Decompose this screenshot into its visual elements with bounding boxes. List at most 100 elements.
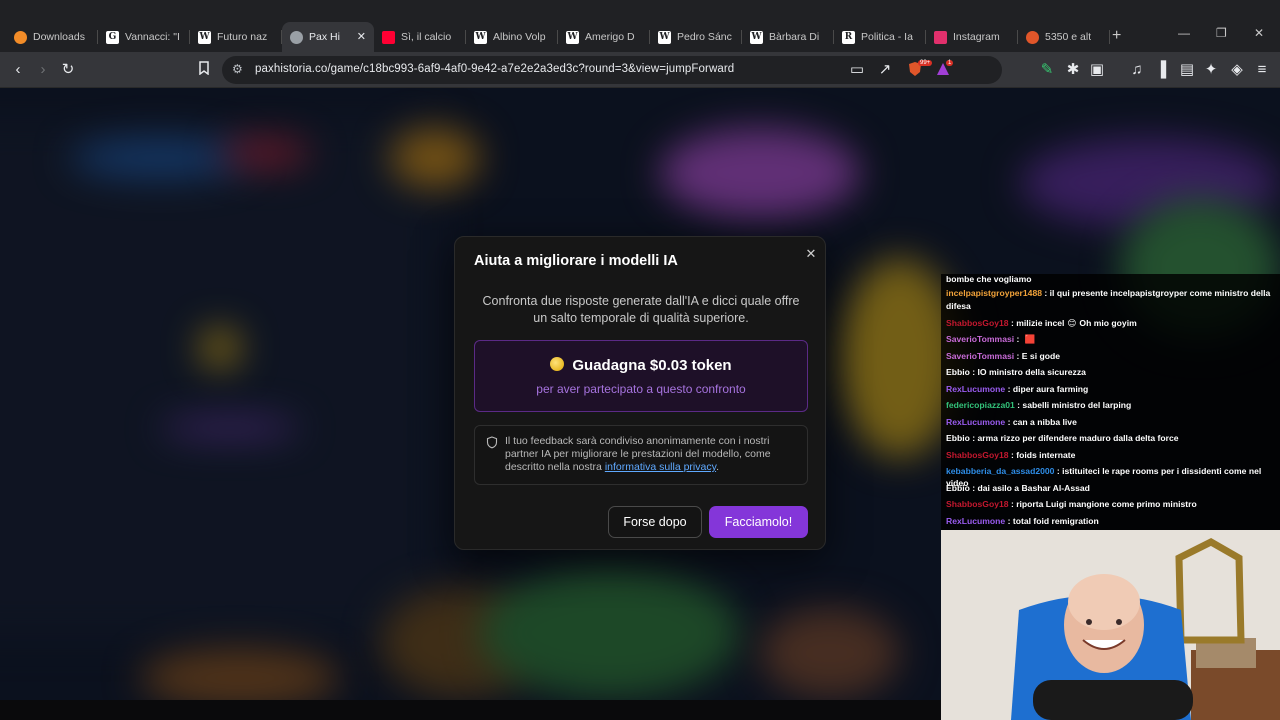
browser-tab-strip: Downloads G Vannacci: "I W Futuro naz Pax Hi ✕… xyxy=(0,0,1280,56)
tab-title: Pedro Sánc xyxy=(677,31,732,43)
chat-message: Ebbio : IO ministro della sicurezza xyxy=(946,367,1276,379)
chat-text: foids internate xyxy=(1016,450,1076,460)
brave-badge: 99+ xyxy=(918,60,933,66)
chat-username: incelpapistgroyper1488 xyxy=(946,288,1043,298)
chat-text: arma rizzo per difendere maduro dalla de… xyxy=(977,433,1179,443)
chat-username: RexLucumone xyxy=(946,516,1006,526)
chat-text: dai asilo a Bashar Al-Assad xyxy=(977,483,1090,493)
tab-close-icon[interactable]: ✕ xyxy=(357,30,366,43)
close-window-icon[interactable]: ✕ xyxy=(1254,26,1264,40)
close-icon[interactable]: ✕ xyxy=(803,246,819,262)
privacy-policy-link[interactable]: informativa sulla privacy xyxy=(605,461,716,473)
tab-title: Instagram xyxy=(953,31,1000,43)
leo-ai-icon[interactable]: ✦ xyxy=(1202,61,1220,79)
browser-tab[interactable]: 5350 e alt xyxy=(1018,22,1110,52)
chat-message: ShabbosGoy18 : riporta Luigi mangione co… xyxy=(946,499,1276,511)
chat-message: SaverioTommasi : 🟥 xyxy=(946,334,1276,346)
browser-tab[interactable]: Instagram xyxy=(926,22,1018,52)
g-icon: G xyxy=(106,30,119,44)
reload-icon[interactable]: ↻ xyxy=(59,61,77,79)
chat-text: bombe che vogliamo xyxy=(946,274,1032,284)
chat-emote: 🟥 xyxy=(1024,334,1036,344)
forward-icon[interactable]: › xyxy=(34,61,52,79)
wikipedia-icon: W xyxy=(750,30,763,44)
chat-username: RexLucumone xyxy=(946,384,1006,394)
sidebar-icon[interactable]: ▐ xyxy=(1152,61,1170,79)
modal-title: Aiuta a migliorare i modelli IA xyxy=(474,253,678,269)
chat-username: RexLucumone xyxy=(946,417,1006,427)
chat-username: federicopiazza01 xyxy=(946,400,1015,410)
brave-icon xyxy=(1026,30,1039,44)
shield-icon xyxy=(486,436,498,449)
vlc-icon xyxy=(14,30,27,44)
tab-title: Politica - Ia xyxy=(861,31,913,43)
chat-message: ShabbosGoy18 : milizie incel 😊 Oh mio goyi… xyxy=(946,318,1276,330)
wikipedia-icon: W xyxy=(198,30,211,44)
chat-separator: : xyxy=(1042,288,1050,298)
reward-subtitle: per aver partecipato a questo confronto xyxy=(536,382,746,396)
menu-icon[interactable]: ≡ xyxy=(1253,61,1271,79)
browser-tab[interactable]: R Politica - Ia xyxy=(834,22,926,52)
wallet-icon[interactable]: ▤ xyxy=(1178,61,1196,79)
maybe-later-button[interactable]: Forse dopo xyxy=(608,506,702,538)
chat-text-after: Oh mio goyim xyxy=(1079,318,1137,328)
browser-tab[interactable]: W Futuro naz xyxy=(190,22,282,52)
chat-message: Ebbio : dai asilo a Bashar Al-Assad xyxy=(946,483,1276,495)
wikipedia-icon: W xyxy=(658,30,671,44)
pen-extension-icon[interactable]: ✎ xyxy=(1038,61,1056,79)
browser-tab[interactable]: W Pedro Sánc xyxy=(650,22,742,52)
wikipedia-icon: W xyxy=(474,30,487,44)
site-settings-icon[interactable]: ⚙ xyxy=(232,62,243,76)
accept-button[interactable]: Facciamolo! xyxy=(709,506,808,538)
chat-message: Ebbio : arma rizzo per difendere maduro … xyxy=(946,433,1276,445)
browser-tab[interactable]: W Albino Volp xyxy=(466,22,558,52)
restore-icon[interactable]: ❐ xyxy=(1216,26,1227,40)
tab-title: Sì, il calcio xyxy=(401,31,452,43)
share-icon[interactable]: ↗ xyxy=(876,61,894,79)
minimize-icon[interactable]: — xyxy=(1178,26,1190,40)
extensions-icon[interactable]: ✱ xyxy=(1064,61,1082,79)
chat-username: ShabbosGoy18 xyxy=(946,450,1009,460)
chat-emote: 😊 xyxy=(1067,318,1077,328)
music-icon[interactable]: ♫ xyxy=(1128,61,1146,79)
chat-separator: : xyxy=(1005,417,1013,427)
pax-icon xyxy=(290,30,303,44)
chat-username: Ebbio xyxy=(946,433,970,443)
chat-text: sabelli ministro del larping xyxy=(1022,400,1132,410)
chat-separator: : xyxy=(1005,384,1013,394)
chat-username: SaverioTommasi xyxy=(946,351,1015,361)
chat-text: milizie incel xyxy=(1016,318,1065,328)
chat-username: Ebbio xyxy=(946,367,970,377)
browser-tab[interactable]: G Vannacci: "I xyxy=(98,22,190,52)
browser-tab[interactable]: W Amerigo D xyxy=(558,22,650,52)
chat-username: SaverioTommasi xyxy=(946,334,1015,344)
reward-card: Guadagna $0.03 token per aver partecipat… xyxy=(474,340,808,412)
cast-icon[interactable]: ▭ xyxy=(848,61,866,79)
tab-title: Futuro naz xyxy=(217,31,268,43)
chat-message: ShabbosGoy18 : foids internate xyxy=(946,450,1276,462)
chat-username: Ebbio xyxy=(946,483,970,493)
browser-tab[interactable]: W Bàrbara Di xyxy=(742,22,834,52)
coin-icon xyxy=(550,357,565,371)
browser-tab[interactable]: Sì, il calcio xyxy=(374,22,466,52)
back-icon[interactable]: ‹ xyxy=(9,61,27,79)
chat-username: ShabbosGoy18 xyxy=(946,318,1009,328)
chat-text: il qui presente incelpapistgroyper come … xyxy=(1049,288,1271,298)
chat-username: kebabberia_da_assad2000 xyxy=(946,466,1055,476)
browser-toolbar: ‹ › ↻ ⚙ paxhistoria.co/game/c18bc993-6af… xyxy=(0,52,1280,88)
browser-tab[interactable]: Downloads xyxy=(6,22,98,52)
screenshot-icon[interactable]: ▣ xyxy=(1088,61,1106,79)
tab-separator xyxy=(1109,30,1110,44)
tab-title: Albino Volp xyxy=(493,31,546,43)
feedback-modal: Aiuta a migliorare i modelli IA ✕ Confro… xyxy=(454,236,826,550)
url-text[interactable]: paxhistoria.co/game/c18bc993-6af9-4af0-9… xyxy=(255,63,734,75)
new-tab-button[interactable]: + xyxy=(1112,27,1121,45)
chat-message: difesa xyxy=(946,301,1276,313)
r-icon: R xyxy=(842,30,855,44)
chat-text: IO ministro della sicurezza xyxy=(977,367,1086,377)
bookmark-icon[interactable] xyxy=(195,61,213,80)
webcam-image xyxy=(941,530,1280,720)
chat-text: can a nibba live xyxy=(1012,417,1077,427)
browser-tab[interactable]: Pax Hi ✕ xyxy=(282,22,374,52)
vpn-icon[interactable]: ◈ xyxy=(1228,61,1246,79)
